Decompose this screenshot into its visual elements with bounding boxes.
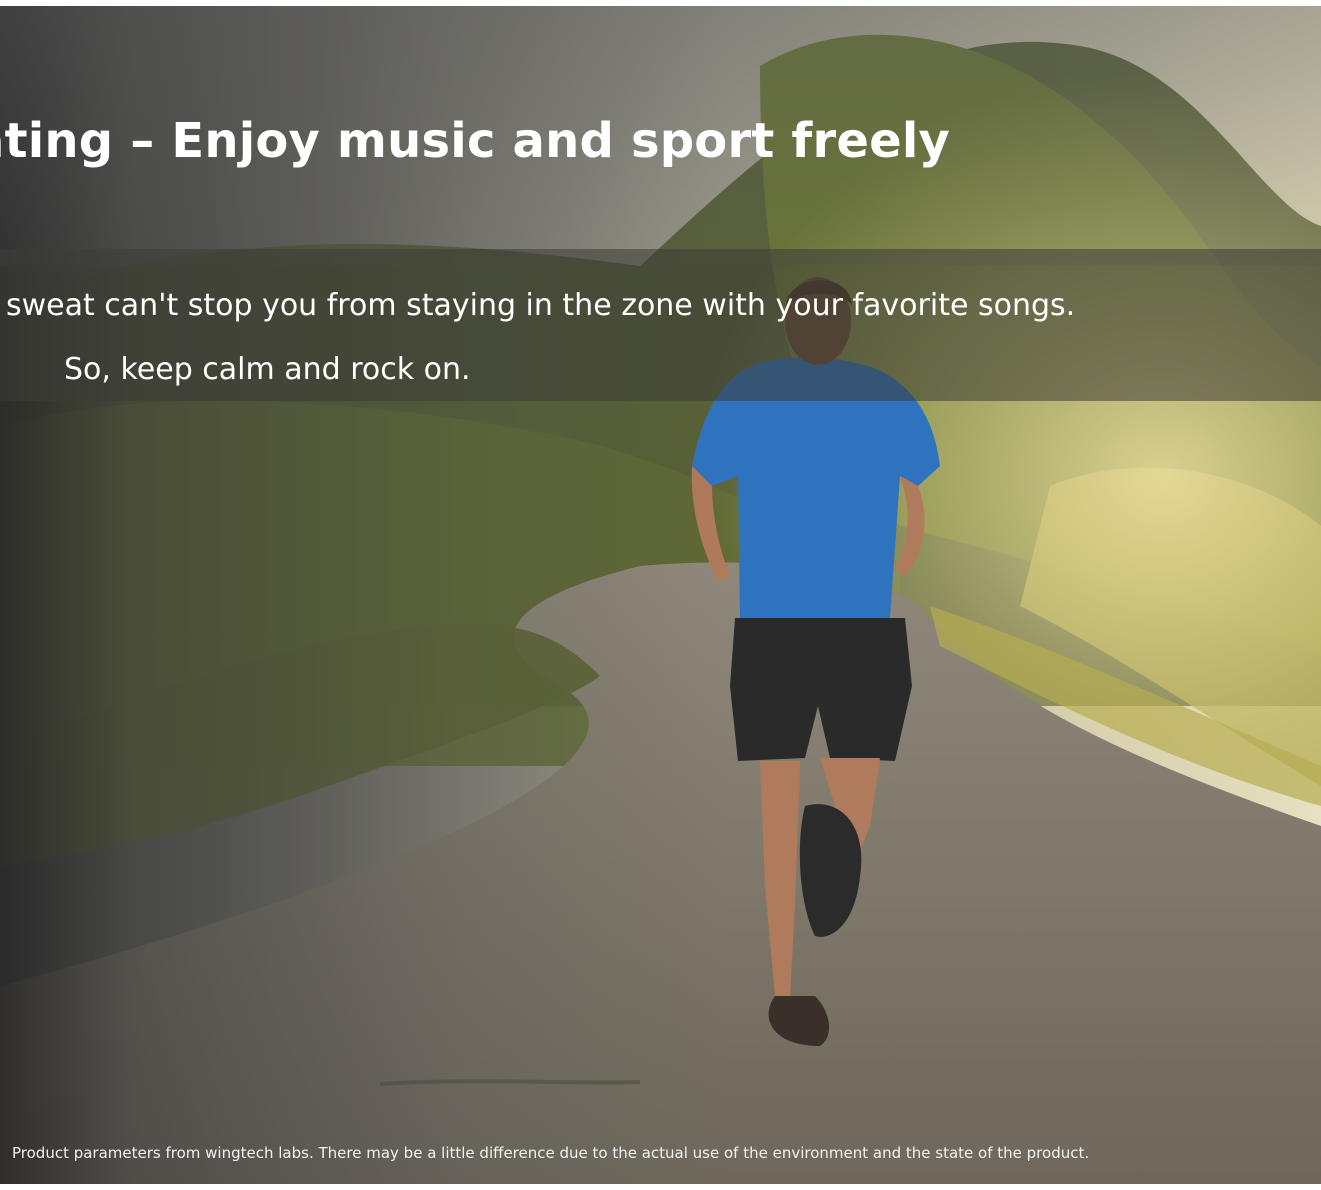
caption-line-2: So, keep calm and rock on.: [64, 352, 471, 387]
runner-photo: [0, 6, 1321, 1184]
hero-banner: ating – Enjoy music and sport freely swe…: [0, 6, 1321, 1184]
caption-line-1: sweat can't stop you from staying in the…: [6, 288, 1076, 323]
disclaimer-text: Product parameters from wingtech labs. T…: [12, 1144, 1090, 1162]
banner-headline: ating – Enjoy music and sport freely: [0, 113, 950, 169]
